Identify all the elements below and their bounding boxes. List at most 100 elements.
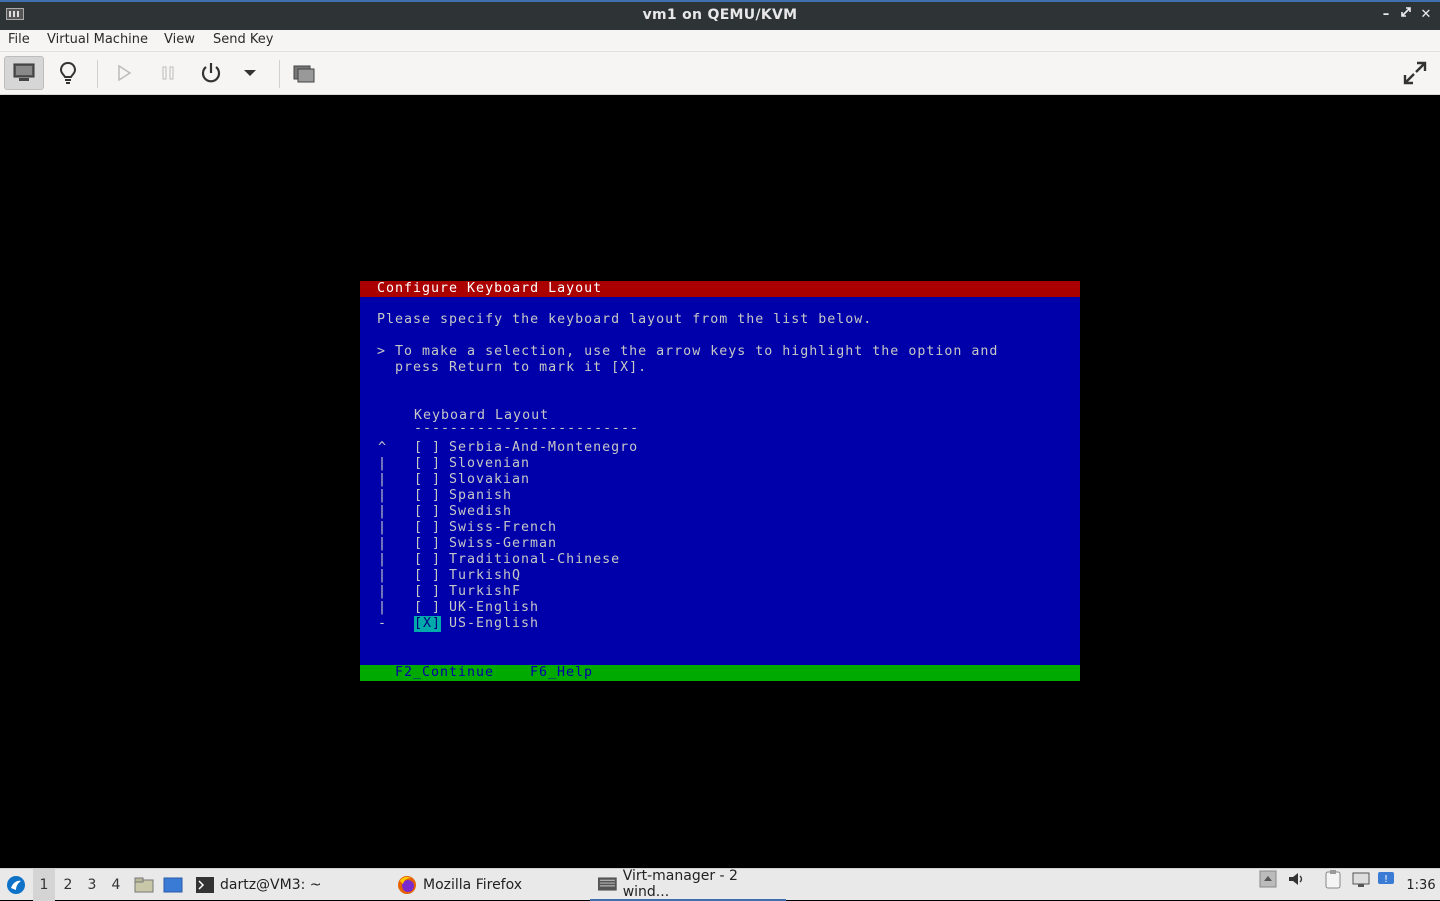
firefox-icon (398, 876, 416, 894)
keyboard-layout-option[interactable]: | [ ] Traditional-Chinese (360, 552, 1080, 568)
option-label: TurkishQ (449, 568, 522, 583)
console-view-button[interactable] (4, 56, 44, 90)
keyboard-layout-option[interactable]: | [ ] Slovenian (360, 456, 1080, 472)
intro-text: Please specify the keyboard layout from … (377, 312, 873, 327)
option-label: UK-English (449, 600, 540, 615)
taskbar: 1 2 3 4 dartz@VM3: ~ Mozilla Firefox Vir… (0, 868, 1440, 901)
maximize-icon[interactable] (1398, 6, 1414, 24)
terminal-icon (196, 877, 214, 893)
run-button[interactable] (104, 56, 144, 90)
lightbulb-icon (59, 61, 77, 84)
power-icon (201, 63, 221, 83)
monitor-icon (13, 63, 35, 81)
menu-view[interactable]: View (164, 32, 195, 47)
instruction-line-1: > To make a selection, use the arrow key… (377, 344, 999, 359)
virt-manager-icon (598, 877, 617, 891)
pause-icon (162, 66, 174, 80)
dialog-header: Configure Keyboard Layout (360, 281, 1080, 297)
details-view-button[interactable] (48, 56, 88, 90)
continue-key[interactable]: F2_Continue (395, 665, 494, 681)
shutdown-menu-button[interactable] (230, 56, 270, 90)
keyboard-layout-option[interactable]: | [ ] TurkishQ (360, 568, 1080, 584)
option-label: US-English (449, 616, 540, 631)
menu-virtual-machine[interactable]: Virtual Machine (47, 32, 148, 47)
task-virt-manager-label: Virt-manager - 2 wind... (622, 868, 738, 900)
installer-dialog: Configure Keyboard Layout Please specify… (360, 281, 1080, 681)
chevron-down-icon (244, 70, 256, 76)
fullscreen-button[interactable] (1395, 56, 1435, 90)
option-label: Swedish (449, 504, 513, 519)
option-checkbox[interactable]: [ ] (414, 488, 441, 504)
option-label: Swiss-German (449, 536, 558, 551)
minimize-icon[interactable]: – (1378, 6, 1394, 24)
volume-icon[interactable] (1286, 869, 1306, 889)
option-label: Serbia-And-Montenegro (449, 440, 639, 455)
file-manager-launcher[interactable] (133, 869, 155, 901)
menu-file[interactable]: File (8, 32, 30, 47)
window-title: vm1 on QEMU/KVM (642, 7, 798, 23)
pause-button[interactable] (148, 56, 188, 90)
task-virt-manager[interactable]: Virt-manager - 2 wind... (590, 868, 786, 901)
menu-send-key[interactable]: Send Key (213, 32, 273, 47)
option-checkbox[interactable]: [ ] (414, 584, 441, 600)
menubar: File Virtual Machine View Send Key (0, 30, 1440, 52)
workspace-2[interactable]: 2 (57, 869, 79, 901)
option-label: Traditional-Chinese (449, 552, 621, 567)
clock[interactable]: 1:36 (1404, 869, 1438, 901)
snapshots-button[interactable] (284, 56, 324, 90)
keyboard-layout-option[interactable]: | [ ] Swedish (360, 504, 1080, 520)
workspace-3[interactable]: 3 (81, 869, 103, 901)
option-checkbox[interactable]: [ ] (414, 600, 441, 616)
keyboard-layout-option[interactable]: | [ ] Swiss-German (360, 536, 1080, 552)
lubuntu-logo-icon (7, 876, 25, 894)
option-checkbox[interactable]: [ ] (414, 504, 441, 520)
scrollbar-glyph: | (378, 488, 388, 503)
option-checkbox[interactable]: [ ] (414, 568, 441, 584)
task-terminal[interactable]: dartz@VM3: ~ (188, 869, 388, 901)
network-icon[interactable] (1351, 869, 1371, 889)
keyboard-layout-option[interactable]: | [ ] TurkishF (360, 584, 1080, 600)
list-rule: ------------------------- (414, 421, 640, 436)
scrollbar-glyph: | (378, 552, 388, 567)
task-firefox-label: Mozilla Firefox (423, 877, 523, 893)
instruction-line-2: press Return to mark it [X]. (377, 360, 648, 375)
option-checkbox[interactable]: [ ] (414, 440, 441, 456)
shutdown-button[interactable] (191, 56, 231, 90)
task-terminal-label: dartz@VM3: ~ (220, 877, 322, 893)
keyboard-layout-option[interactable]: | [ ] Swiss-French (360, 520, 1080, 536)
window-titlebar[interactable]: vm1 on QEMU/KVM – ✕ (0, 0, 1440, 30)
clipboard-icon[interactable] (1323, 869, 1343, 889)
fullscreen-icon (1403, 61, 1427, 85)
option-checkbox[interactable]: [ ] (414, 536, 441, 552)
keyboard-layout-option[interactable]: ^ [ ] Serbia-And-Montenegro (360, 440, 1080, 456)
keyboard-layout-option[interactable]: | [ ] Slovakian (360, 472, 1080, 488)
help-key[interactable]: F6_Help (530, 665, 593, 681)
show-desktop-button[interactable] (162, 869, 184, 901)
option-checkbox[interactable]: [ ] (414, 472, 441, 488)
start-menu-button[interactable] (4, 869, 28, 901)
scrollbar-glyph: | (378, 456, 388, 471)
option-checkbox[interactable]: [ ] (414, 520, 441, 536)
keyboard-layout-option[interactable]: - [X] US-English (360, 616, 1080, 632)
keyboard-layout-option[interactable]: | [ ] UK-English (360, 600, 1080, 616)
scrollbar-glyph: | (378, 568, 388, 583)
option-label: TurkishF (449, 584, 522, 599)
option-checkbox[interactable]: [ ] (414, 552, 441, 568)
keyboard-layout-option[interactable]: | [ ] Spanish (360, 488, 1080, 504)
notification-icon[interactable]: ! (1376, 869, 1396, 889)
scrollbar-glyph: | (378, 504, 388, 519)
close-icon[interactable]: ✕ (1418, 6, 1434, 24)
folder-icon (134, 877, 154, 893)
snapshots-icon (293, 65, 315, 83)
option-checkbox[interactable]: [ ] (414, 456, 441, 472)
dialog-footer: F2_Continue F6_Help (360, 665, 1080, 681)
scrollbar-glyph: | (378, 472, 388, 487)
dialog-title: Configure Keyboard Layout (377, 281, 603, 296)
workspace-4[interactable]: 4 (105, 869, 127, 901)
option-label: Swiss-French (449, 520, 558, 535)
tray-expand-icon[interactable] (1258, 869, 1278, 889)
option-checkbox[interactable]: [X] (414, 616, 442, 632)
workspace-1[interactable]: 1 (33, 869, 55, 901)
task-firefox[interactable]: Mozilla Firefox (389, 869, 589, 901)
play-icon (118, 64, 132, 82)
